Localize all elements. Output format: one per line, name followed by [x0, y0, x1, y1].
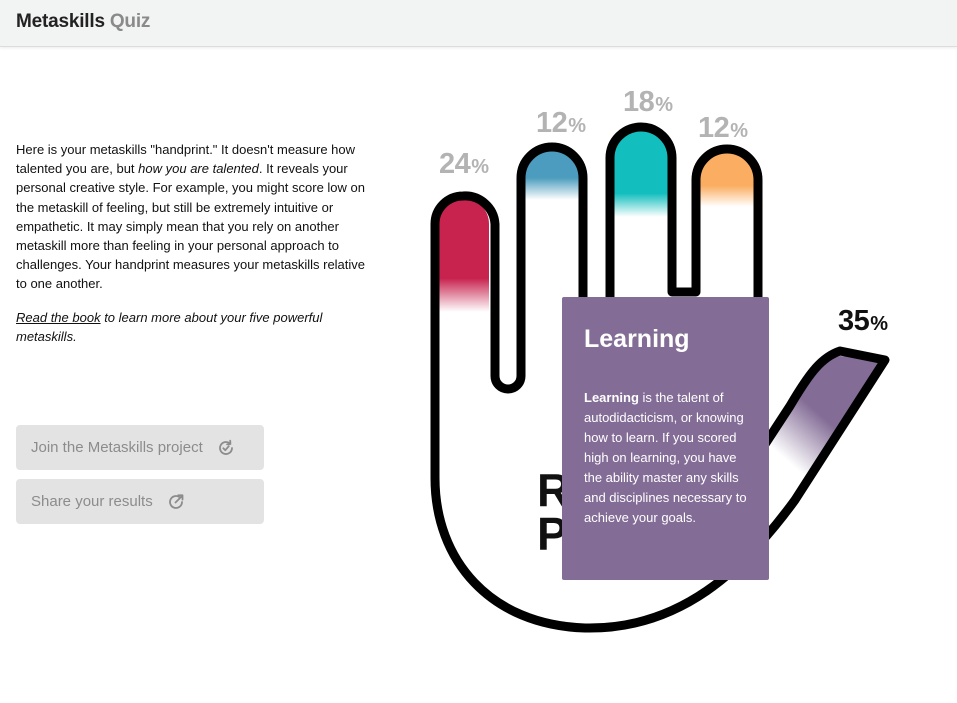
tooltip-title: Learning: [584, 325, 690, 353]
finger-fill-seeing: [522, 149, 580, 308]
learning-tooltip: Learning Learning is the talent of autod…: [562, 297, 769, 580]
handprint-chart: [430, 122, 890, 633]
score-learning: 35%: [838, 305, 888, 337]
score-feeling: 24%: [439, 148, 489, 180]
finger-fill-making: [697, 153, 755, 302]
score-dreaming: 18%: [623, 86, 673, 118]
tooltip-term: Learning: [584, 390, 639, 405]
score-making: 12%: [698, 112, 748, 144]
tooltip-body: Learning is the talent of autodidacticis…: [584, 388, 747, 528]
tooltip-description: is the talent of autodidacticism, or kno…: [584, 390, 747, 525]
finger-fill-feeling: [437, 198, 489, 344]
finger-fill-dreaming: [611, 129, 669, 298]
score-seeing: 12%: [536, 107, 586, 139]
